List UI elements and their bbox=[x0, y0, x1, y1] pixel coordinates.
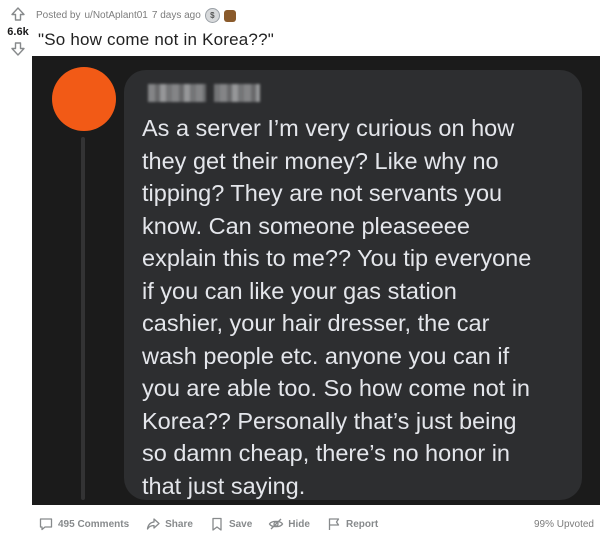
comments-button[interactable]: 495 Comments bbox=[38, 516, 129, 532]
comments-label: 495 Comments bbox=[58, 518, 130, 530]
thread-line bbox=[81, 137, 85, 500]
share-icon bbox=[146, 518, 160, 530]
author-link[interactable]: u/NotAplant01 bbox=[84, 10, 147, 21]
bear-award-icon[interactable] bbox=[223, 9, 236, 22]
post-action-bar: 495 Comments Share Save Hide Report 99% … bbox=[38, 514, 594, 534]
hide-eye-icon bbox=[269, 518, 284, 530]
upvote-ratio: 99% Upvoted bbox=[533, 518, 594, 530]
comment-icon bbox=[39, 518, 53, 531]
upvote-button[interactable] bbox=[7, 4, 29, 24]
flag-icon bbox=[328, 518, 340, 530]
vote-column: 6.6k bbox=[0, 4, 36, 59]
hide-button[interactable]: Hide bbox=[268, 516, 310, 532]
save-label: Save bbox=[228, 518, 253, 530]
post-title[interactable]: "So how come not in Korea??" bbox=[38, 30, 274, 50]
comment-text: As a server I’m very curious on how they… bbox=[142, 115, 532, 499]
report-label: Report bbox=[345, 518, 379, 530]
share-button[interactable]: Share bbox=[145, 516, 193, 532]
report-button[interactable]: Report bbox=[326, 516, 378, 532]
hide-label: Hide bbox=[288, 518, 310, 530]
save-button[interactable]: Save bbox=[209, 516, 252, 532]
posted-by-label: Posted by bbox=[36, 10, 81, 21]
post-age: 7 days ago bbox=[151, 10, 201, 21]
upvote-arrow-icon bbox=[11, 7, 25, 21]
vote-count: 6.6k bbox=[7, 26, 29, 38]
post-meta: Posted by u/NotAplant01 7 days ago $ bbox=[36, 8, 236, 23]
downvote-button[interactable] bbox=[7, 39, 29, 59]
share-label: Share bbox=[165, 518, 193, 530]
downvote-arrow-icon bbox=[11, 42, 25, 56]
avatar bbox=[52, 67, 116, 131]
blurred-username bbox=[148, 84, 260, 102]
bookmark-icon bbox=[212, 517, 222, 531]
silver-award-icon[interactable]: $ bbox=[204, 8, 220, 23]
